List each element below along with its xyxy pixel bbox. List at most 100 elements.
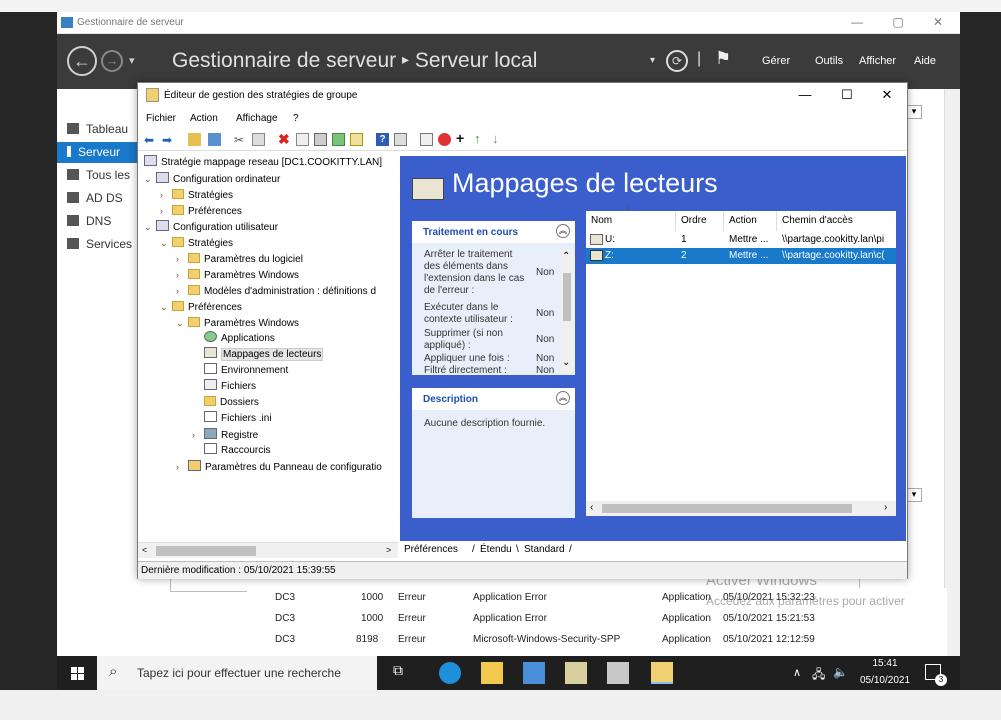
help-icon[interactable]: ? xyxy=(376,133,389,146)
chevron-down-icon[interactable]: ⌄ xyxy=(144,171,156,187)
chevron-right-icon[interactable]: › xyxy=(160,187,172,203)
tree-fichiers[interactable]: Fichiers xyxy=(204,379,256,395)
tree-modeles-admin[interactable]: › Modèles d'administration : définitions … xyxy=(176,283,376,299)
refresh-icon[interactable]: ⟳ xyxy=(666,50,688,72)
move-down-icon[interactable]: ↓ xyxy=(492,131,505,146)
column-nom[interactable]: Nom xyxy=(586,211,676,231)
clock-date[interactable]: 05/10/2021 xyxy=(857,675,913,686)
tree-param-panneau[interactable]: › Paramètres du Panneau de configuratio xyxy=(176,459,382,475)
gpo-close-button[interactable]: ✕ xyxy=(875,87,899,105)
dropdown-icon[interactable]: ▾ xyxy=(906,105,922,119)
column-action[interactable]: Action xyxy=(724,211,777,231)
scroll-left-icon[interactable]: < xyxy=(142,545,147,555)
taskbar-search-input[interactable]: ⌕ Tapez ici pour effectuer une recherche xyxy=(97,656,377,690)
add-icon[interactable]: + xyxy=(456,130,469,146)
processing-scrollbar[interactable]: ⌃ ⌄ xyxy=(560,249,574,373)
gpo-minimize-button[interactable]: — xyxy=(793,87,817,105)
sidebar-item-serveur-local[interactable]: Serveur xyxy=(57,142,137,163)
tree-root[interactable]: Stratégie mappage reseau [DC1.COOKITTY.L… xyxy=(144,155,382,171)
display-icon[interactable] xyxy=(394,133,407,146)
move-up-icon[interactable]: ↑ xyxy=(474,131,487,146)
start-icon[interactable] xyxy=(71,667,84,680)
tree-preferences-1[interactable]: › Préférences xyxy=(160,203,242,219)
menu-action[interactable]: Action xyxy=(190,113,218,124)
copy-icon[interactable] xyxy=(252,133,265,146)
list-horizontal-scrollbar[interactable]: ‹ › xyxy=(586,501,896,516)
tree-strategies-1[interactable]: › Stratégies xyxy=(160,187,233,203)
sidebar-item-tous-les-serveurs[interactable]: Tous les xyxy=(67,165,142,186)
chevron-right-icon[interactable]: › xyxy=(176,251,188,267)
tab-etendu[interactable]: Étendu xyxy=(480,544,512,555)
network-icon[interactable]: 🖧 xyxy=(812,665,825,686)
chevron-down-icon[interactable]: ⌄ xyxy=(144,219,156,235)
new-item-icon[interactable] xyxy=(420,133,433,146)
up-folder-icon[interactable] xyxy=(188,133,201,146)
chevron-down-icon[interactable]: ⌄ xyxy=(160,235,172,251)
scroll-right-icon[interactable]: › xyxy=(884,502,887,513)
scroll-left-icon[interactable]: ‹ xyxy=(590,502,593,513)
gpo-maximize-button[interactable]: ☐ xyxy=(835,87,859,105)
scroll-right-icon[interactable]: > xyxy=(386,545,391,555)
back-arrow-icon[interactable]: ← xyxy=(67,46,97,76)
menu-afficher[interactable]: Afficher xyxy=(859,55,896,67)
table-row[interactable]: DC3 8198 Erreur Microsoft-Windows-Securi… xyxy=(247,630,947,651)
chevron-right-icon[interactable]: › xyxy=(176,459,188,475)
tree-applications[interactable]: Applications xyxy=(204,331,275,347)
scroll-thumb[interactable] xyxy=(602,504,852,513)
forward-arrow-icon[interactable]: → xyxy=(101,50,123,72)
tree-environnement[interactable]: Environnement xyxy=(204,363,288,379)
tree-param-logiciel[interactable]: › Paramètres du logiciel xyxy=(176,251,303,267)
export-icon[interactable] xyxy=(350,133,363,146)
print-icon[interactable] xyxy=(314,133,327,146)
column-ordre[interactable]: Ordre xyxy=(676,211,724,231)
file-explorer-icon[interactable] xyxy=(481,662,503,684)
menu-gerer[interactable]: Gérer xyxy=(762,55,790,67)
scroll-down-icon[interactable]: ⌄ xyxy=(562,357,570,368)
menu-aide[interactable]: Aide xyxy=(914,55,936,67)
server-manager-scrollbar[interactable] xyxy=(944,89,960,656)
collapse-icon[interactable]: ︽ xyxy=(556,224,570,238)
tree-param-windows-2[interactable]: ⌄ Paramètres Windows xyxy=(176,315,299,331)
maximize-button[interactable]: ▢ xyxy=(883,15,913,31)
edge-icon[interactable] xyxy=(439,662,461,684)
tree-fichiers-ini[interactable]: Fichiers .ini xyxy=(204,411,272,427)
collapse-icon[interactable]: ︽ xyxy=(556,391,570,405)
tree-param-windows-1[interactable]: › Paramètres Windows xyxy=(176,267,299,283)
forward-icon[interactable]: ➡ xyxy=(162,133,175,147)
tree-config-ordinateur[interactable]: ⌄ Configuration ordinateur xyxy=(144,171,280,187)
menu-fichier[interactable]: Fichier xyxy=(146,113,176,124)
tree-config-utilisateur[interactable]: ⌄ Configuration utilisateur xyxy=(144,219,278,235)
list-row-selected[interactable]: Z: 2 Mettre ... \\partage.cookitty.lan\c… xyxy=(586,248,896,264)
gpo-editor-taskbar-icon[interactable] xyxy=(651,662,673,684)
close-button[interactable]: ✕ xyxy=(923,15,953,31)
cut-icon[interactable]: ✂ xyxy=(234,133,247,147)
tree-strategies-2[interactable]: ⌄ Stratégies xyxy=(160,235,233,251)
notifications-flag-icon[interactable]: ⚑ xyxy=(715,48,731,69)
tree-mappages-lecteurs[interactable]: Mappages de lecteurs xyxy=(204,347,324,363)
menu-help[interactable]: ? xyxy=(293,113,299,124)
chevron-right-icon[interactable]: › xyxy=(176,267,188,283)
chevron-right-icon[interactable]: › xyxy=(160,203,172,219)
properties-icon[interactable] xyxy=(296,133,309,146)
list-row[interactable]: U: 1 Mettre ... \\partage.cookitty.lan\p… xyxy=(586,232,896,248)
gpmc-icon[interactable] xyxy=(607,662,629,684)
sidebar-item-tableau[interactable]: Tableau xyxy=(67,119,142,140)
menu-outils[interactable]: Outils xyxy=(815,55,843,67)
column-chemin[interactable]: Chemin d'accès xyxy=(777,211,896,231)
clock-time[interactable]: 15:41 xyxy=(857,658,913,669)
minimize-button[interactable]: — xyxy=(842,15,872,31)
scroll-up-icon[interactable]: ⌃ xyxy=(562,251,570,262)
tree-dossiers[interactable]: Dossiers xyxy=(204,395,259,411)
network-drive-icon[interactable] xyxy=(565,662,587,684)
back-icon[interactable]: ⬅ xyxy=(144,133,157,147)
tab-standard[interactable]: Standard xyxy=(524,544,565,555)
tree-raccourcis[interactable]: Raccourcis xyxy=(204,443,270,459)
chevron-down-icon[interactable]: ⌄ xyxy=(176,315,188,331)
tray-chevron-icon[interactable]: ∧ xyxy=(793,666,801,679)
tree-preferences-2[interactable]: ⌄ Préférences xyxy=(160,299,242,315)
tab-preferences[interactable]: Préférences xyxy=(404,544,458,555)
refresh-dropdown-icon[interactable]: ▾ xyxy=(650,55,655,66)
chevron-down-icon[interactable]: ⌄ xyxy=(160,299,172,315)
chevron-right-icon[interactable]: › xyxy=(176,283,188,299)
breadcrumb-root[interactable]: Gestionnaire de serveur xyxy=(172,49,396,72)
